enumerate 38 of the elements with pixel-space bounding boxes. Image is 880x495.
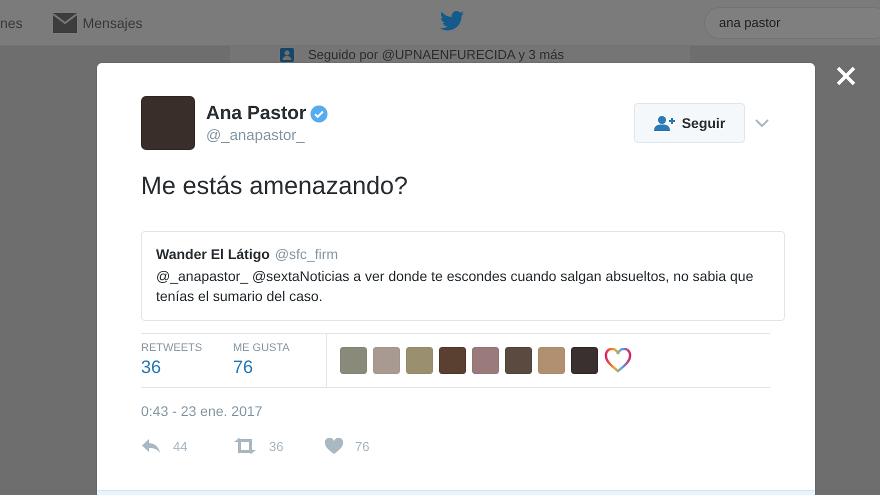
- quoted-author-name: Wander El Látigo: [156, 246, 270, 262]
- liker-avatar-photo-placeholder[interactable]: [439, 347, 466, 374]
- liker-avatar-photo-placeholder[interactable]: [340, 347, 367, 374]
- heart-icon[interactable]: [325, 438, 343, 454]
- tweet-timestamp[interactable]: 0:43 - 23 ene. 2017: [141, 403, 769, 419]
- author-name[interactable]: Ana Pastor: [206, 103, 306, 125]
- close-icon[interactable]: [836, 66, 856, 86]
- liker-avatar-photo-placeholder[interactable]: [505, 347, 532, 374]
- liker-avatar-photo-placeholder[interactable]: [373, 347, 400, 374]
- followed-by-text: Seguido por @UPNAENFURECIDA y 3 más: [308, 47, 564, 62]
- bird-logo-icon[interactable]: [440, 11, 464, 31]
- nav-link[interactable]: nes: [0, 14, 23, 30]
- reply-icon[interactable]: [141, 438, 161, 454]
- liker-avatar-photo-placeholder[interactable]: [538, 347, 565, 374]
- retweet-icon[interactable]: [233, 438, 257, 454]
- quoted-author-handle: @sfc_firm: [274, 246, 338, 262]
- nav-link[interactable]: Mensajes: [82, 14, 142, 30]
- add-person-icon: [654, 115, 676, 131]
- stat-label[interactable]: RETWEETS: [141, 342, 233, 354]
- heart-icon: [604, 348, 632, 373]
- action-count: 76: [355, 438, 370, 454]
- liker-avatar-photo-placeholder[interactable]: [406, 347, 433, 374]
- quoted-tweet[interactable]: Wander El Látigo @sfc_firm @_anapastor_ @sextaNoticias a ver donde te escondes cuando salgan absueltos, no sabia que tenías el sumario del caso.: [141, 231, 785, 321]
- search-field[interactable]: ana pastor: [704, 6, 880, 38]
- envelope-icon: [52, 12, 77, 32]
- liker-avatar-photo-placeholder[interactable]: [472, 347, 499, 374]
- action-count: 36: [269, 438, 284, 454]
- tweet-text: Me estás amenazando?: [141, 172, 409, 201]
- follow-button[interactable]: Seguir: [634, 103, 745, 143]
- stat-value[interactable]: 36: [141, 357, 233, 378]
- quoted-tweet-text: @_anapastor_ @sextaNoticias a ver donde te escondes cuando salgan absueltos, no sabia que tenías el sumario del caso.: [156, 267, 754, 306]
- author-handle[interactable]: @_anapastor_: [206, 127, 328, 144]
- avatar-photo-placeholder[interactable]: [141, 96, 195, 150]
- action-count: 44: [173, 438, 188, 454]
- liker-avatar-photo-placeholder[interactable]: [571, 347, 598, 374]
- stat-value[interactable]: 76: [233, 357, 325, 378]
- stat-label[interactable]: ME GUSTA: [233, 342, 325, 354]
- chevron-down-icon[interactable]: [755, 119, 769, 128]
